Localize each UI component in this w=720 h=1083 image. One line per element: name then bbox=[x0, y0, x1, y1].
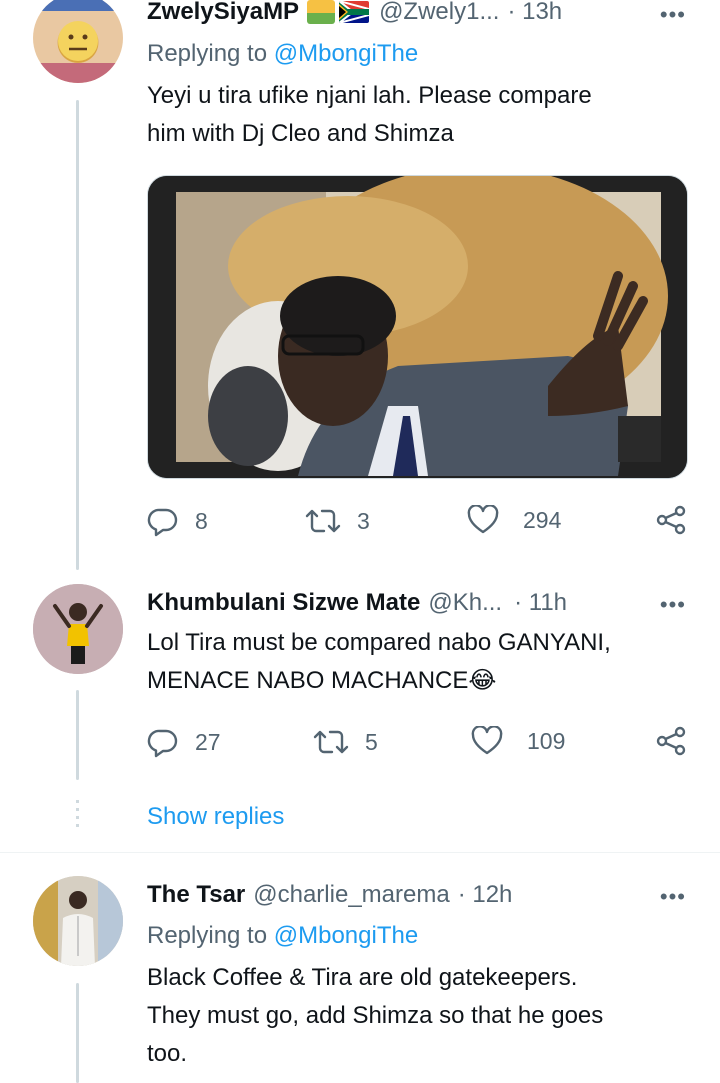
reply-icon bbox=[147, 508, 178, 537]
display-name[interactable]: Khumbulani Sizwe Mate bbox=[147, 589, 420, 617]
tweet-actions: 27 5 109 bbox=[147, 726, 692, 762]
tweet-text-line: Lol Tira must be compared nabo GANYANI, bbox=[147, 629, 611, 656]
mention-link[interactable]: @MbongiThe bbox=[274, 40, 418, 67]
tweet-header: ZwelySiyaMP @Zwely1... · 13h bbox=[147, 0, 690, 27]
tweet-text-line: Yeyi u tira ufike njani lah. Please comp… bbox=[147, 82, 592, 109]
more-options-icon[interactable]: ••• bbox=[660, 592, 686, 618]
tweet-text-line: They must go, add Shimza so that he goes bbox=[147, 1002, 604, 1029]
heart-icon bbox=[467, 505, 499, 534]
replying-to-label: Replying to bbox=[147, 922, 268, 949]
mention-link[interactable]: @MbongiThe bbox=[274, 922, 418, 949]
heart-icon bbox=[471, 726, 503, 755]
tweet-text: Black Coffee & Tira are old gatekeepers.… bbox=[147, 959, 690, 1073]
reply-button[interactable]: 27 bbox=[147, 726, 221, 758]
reply-icon bbox=[147, 729, 178, 758]
retweet-icon bbox=[313, 730, 349, 754]
share-icon bbox=[656, 505, 686, 535]
like-count: 109 bbox=[527, 727, 566, 754]
thread-dotted-line bbox=[76, 800, 79, 832]
more-options-icon[interactable]: ••• bbox=[660, 884, 686, 910]
share-button[interactable] bbox=[655, 505, 687, 535]
tweet-text-line: him with Dj Cleo and Shimza bbox=[147, 120, 454, 147]
reply-count: 27 bbox=[195, 728, 221, 755]
replying-to: Replying to @MbongiThe bbox=[147, 40, 418, 68]
reply-count: 8 bbox=[195, 507, 208, 534]
replying-to: Replying to @MbongiThe bbox=[147, 922, 418, 950]
user-handle[interactable]: @charlie_marema bbox=[253, 881, 449, 909]
tweet-text: Yeyi u tira ufike njani lah. Please comp… bbox=[147, 77, 690, 153]
user-handle[interactable]: @Kh... bbox=[428, 589, 502, 617]
tweet[interactable]: Khumbulani Sizwe Mate @Kh... · 11h ••• L… bbox=[0, 584, 720, 764]
retweet-count: 3 bbox=[357, 507, 370, 534]
photo-man-with-lion bbox=[148, 176, 687, 478]
user-handle[interactable]: @Zwely1... bbox=[379, 0, 499, 26]
share-button[interactable] bbox=[655, 726, 687, 756]
like-button[interactable]: 294 bbox=[467, 505, 561, 535]
divider bbox=[0, 852, 720, 853]
retweet-count: 5 bbox=[365, 728, 378, 755]
replying-to-label: Replying to bbox=[147, 40, 268, 67]
tweet-header: The Tsar @charlie_marema · 12h bbox=[147, 880, 690, 910]
like-button[interactable]: 109 bbox=[471, 726, 565, 756]
retweet-button[interactable]: 5 bbox=[313, 726, 378, 758]
show-replies-link[interactable]: Show replies bbox=[147, 803, 284, 831]
avatar[interactable] bbox=[33, 0, 123, 83]
tweet-text: Lol Tira must be compared nabo GANYANI, … bbox=[147, 624, 690, 700]
avatar[interactable] bbox=[33, 876, 123, 966]
retweet-icon bbox=[305, 509, 341, 533]
tweet-header: Khumbulani Sizwe Mate @Kh... · 11h bbox=[147, 588, 690, 618]
display-name[interactable]: ZwelySiyaMP bbox=[147, 0, 299, 26]
reply-button[interactable]: 8 bbox=[147, 505, 208, 537]
tweet-actions: 8 3 294 bbox=[147, 505, 692, 541]
share-icon bbox=[656, 726, 686, 756]
sunrise-emoji-icon bbox=[307, 0, 336, 24]
south-africa-flag-icon bbox=[339, 1, 370, 23]
timestamp[interactable]: · 11h bbox=[514, 589, 567, 617]
tweet[interactable]: The Tsar @charlie_marema · 12h ••• Reply… bbox=[0, 876, 720, 1083]
timestamp[interactable]: · 13h bbox=[507, 0, 562, 26]
timestamp[interactable]: · 12h bbox=[458, 881, 513, 909]
tweet[interactable]: ZwelySiyaMP @Zwely1... · 13h ••• Replyin… bbox=[0, 0, 720, 560]
tweet-text-line: too. bbox=[147, 1040, 188, 1067]
like-count: 294 bbox=[523, 506, 562, 533]
tweet-text-line: Black Coffee & Tira are old gatekeepers. bbox=[147, 964, 578, 991]
avatar[interactable] bbox=[33, 584, 123, 674]
more-options-icon[interactable]: ••• bbox=[660, 2, 686, 28]
tweet-image[interactable] bbox=[147, 175, 688, 479]
tweet-text-line: MENACE NABO MACHANCE😂 bbox=[147, 667, 497, 694]
display-name[interactable]: The Tsar bbox=[147, 881, 245, 909]
retweet-button[interactable]: 3 bbox=[305, 505, 370, 537]
